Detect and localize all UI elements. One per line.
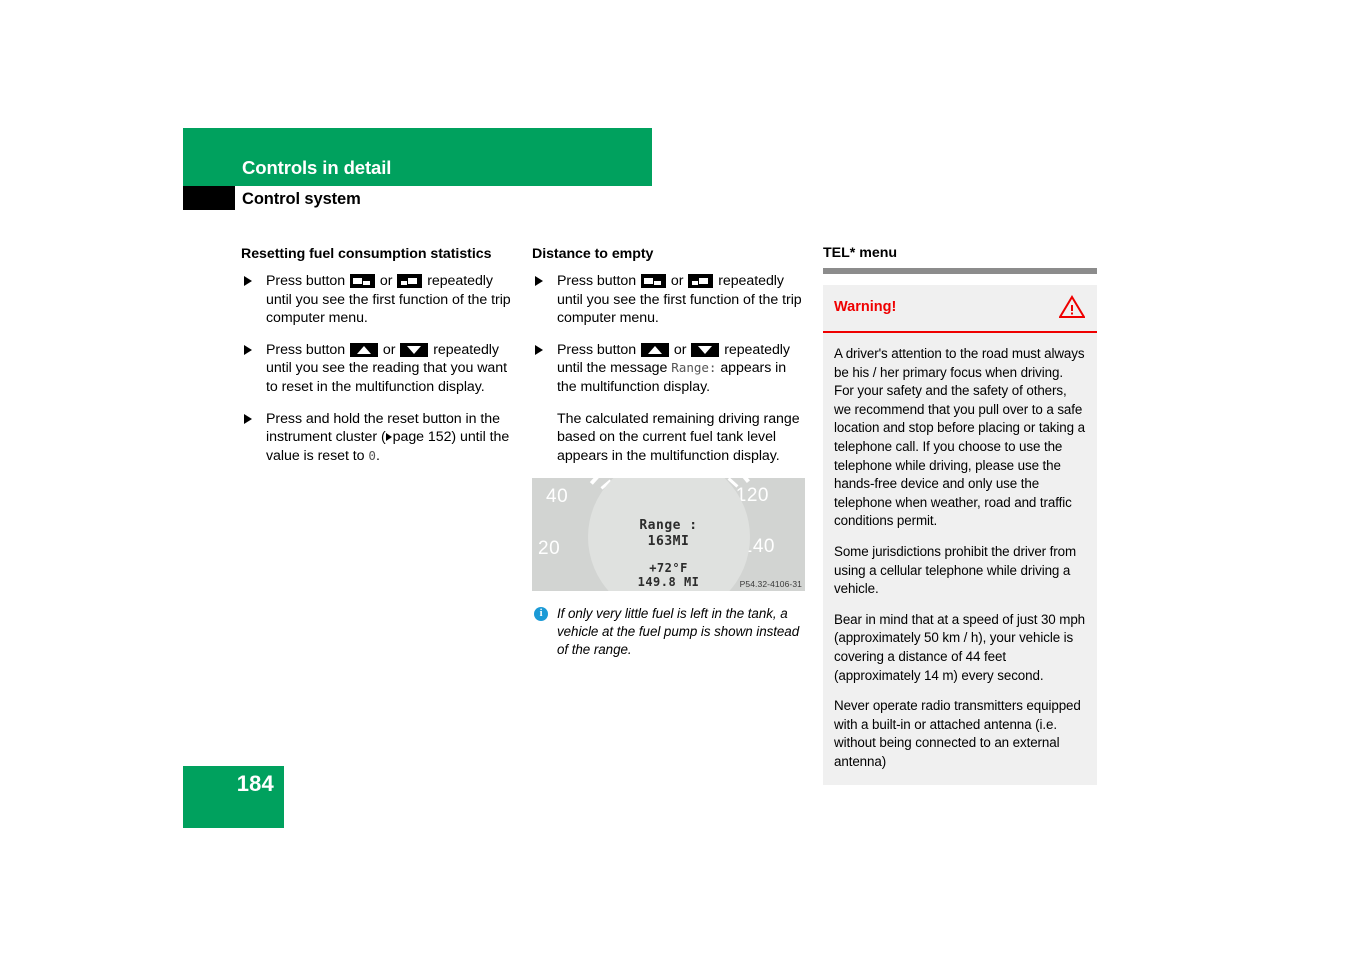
section-title: Control system (242, 190, 361, 208)
figure-reference-code: P54.32-4106-31 (739, 579, 802, 590)
window-forward-button-icon (397, 274, 423, 288)
warning-box: Warning! A driver's attention to the roa… (823, 285, 1097, 786)
warning-header: Warning! (823, 285, 1097, 333)
lcd-temperature: +72°F (649, 561, 688, 576)
reset-value: 0 (368, 447, 376, 463)
bullet-triangle-icon (535, 276, 543, 286)
window-back-button-icon (349, 274, 375, 288)
middle-step-1: Press button or repeatedly until you see… (532, 272, 808, 328)
page-reference-link[interactable]: page 152 (393, 429, 452, 445)
bullet-triangle-icon (244, 413, 252, 424)
step-text-mid: or (379, 273, 393, 289)
info-icon: i (534, 607, 548, 622)
left-column-heading: Resetting fuel consumption statistics (241, 246, 492, 262)
warning-paragraph-1: A driver's attention to the road must al… (834, 346, 1085, 529)
left-step-2: Press button or repeatedly until you see… (241, 341, 517, 397)
middle-step-2: Press button or repeatedly until the mes… (532, 341, 808, 397)
middle-paragraph: The calculated remaining driving range b… (557, 410, 800, 464)
warning-triangle-icon (1059, 295, 1085, 318)
warning-paragraph-2: Some jurisdictions prohibit the driver f… (834, 543, 1077, 597)
section-marker-block (183, 186, 235, 210)
step-text-before: Press button (557, 341, 637, 358)
bullet-triangle-icon (535, 344, 543, 355)
range-message-value: Range: (671, 360, 717, 376)
bullet-triangle-icon (244, 344, 252, 355)
column-right: TEL* menu Warning! A driver's attention … (823, 245, 1099, 786)
window-back-button-icon (640, 274, 666, 288)
warning-paragraph-4: Never operate radio transmitters equippe… (834, 698, 1081, 769)
step-text-end: . (375, 447, 380, 464)
info-note: i If only very little fuel is left in th… (532, 605, 808, 658)
bullet-triangle-icon (244, 276, 252, 286)
step-text-mid: or (670, 273, 684, 289)
page-number-block: 184 (183, 766, 284, 828)
chapter-title: Controls in detail (242, 157, 392, 178)
arrow-down-button-icon (400, 342, 429, 357)
info-note-text: If only very little fuel is left in the … (557, 606, 800, 657)
instrument-cluster-figure: 40 20 120 140 Range : 163MI +72°F 149.8 … (532, 478, 805, 592)
column-middle: Distance to empty Press button or repeat… (532, 245, 808, 658)
column-left: Resetting fuel consumption statistics Pr… (241, 245, 517, 478)
dial-number-40: 40 (546, 486, 569, 508)
step-text-mid: or (382, 341, 396, 358)
page-number: 184 (236, 771, 274, 796)
step-text-before: Press button (266, 341, 346, 358)
left-step-3: Press and hold the reset button in the i… (241, 410, 517, 466)
warning-paragraph-3: Bear in mind that at a speed of just 30 … (834, 611, 1086, 683)
warning-title: Warning! (834, 299, 897, 315)
lcd-range-label: Range : (639, 518, 698, 534)
step-text-mid: or (673, 341, 687, 358)
arrow-down-button-icon (691, 342, 720, 357)
lcd-range-value: 163MI (647, 534, 690, 550)
left-step-1: Press button or repeatedly until you see… (241, 272, 517, 328)
arrow-up-button-icon (640, 342, 669, 357)
warning-body: A driver's attention to the road must al… (823, 333, 1097, 785)
step-text-before: Press button (266, 273, 346, 289)
dial-tick (733, 478, 750, 483)
window-forward-button-icon (688, 274, 714, 288)
tel-heading-rule (823, 268, 1097, 274)
reference-triangle-icon (385, 432, 392, 441)
middle-column-heading: Distance to empty (532, 246, 654, 262)
tel-menu-heading: TEL* menu (823, 245, 898, 261)
step-text-before: Press button (557, 273, 637, 289)
arrow-up-button-icon (349, 342, 378, 357)
